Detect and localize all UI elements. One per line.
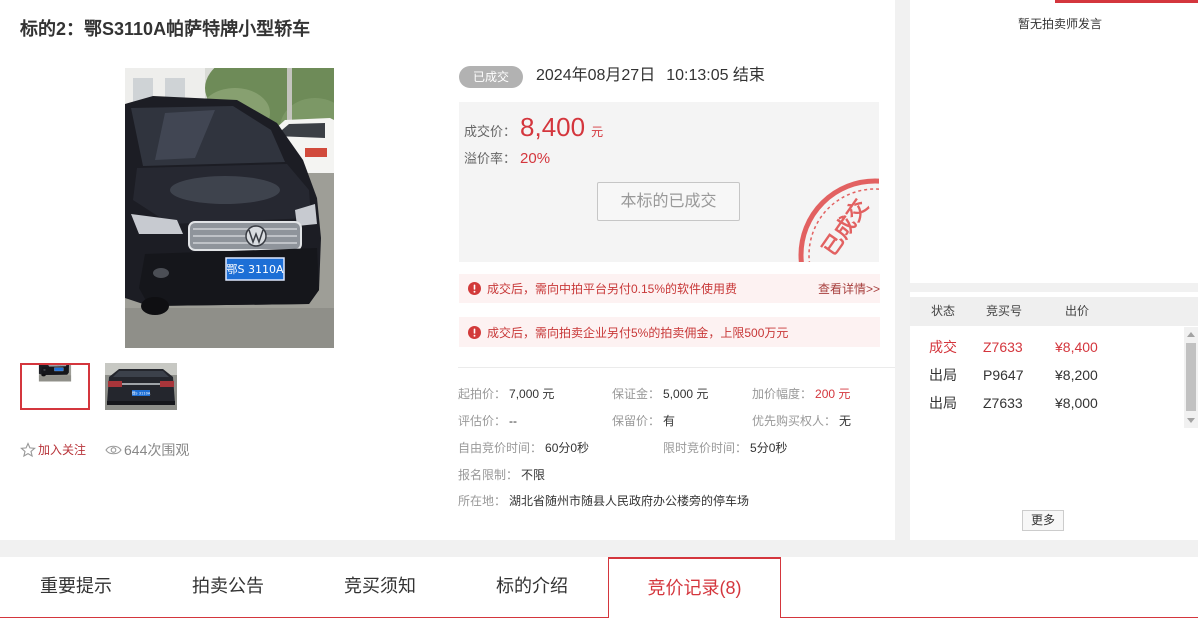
detail-value: 60分0秒	[545, 441, 590, 455]
thumbnail-2[interactable]: 鄂S 3110A	[105, 363, 177, 410]
detail-value: 无	[839, 414, 852, 428]
end-time: 2024年08月27日 10:13:05 结束	[536, 66, 765, 86]
tab-important-notes[interactable]: 重要提示	[0, 557, 152, 617]
premium-row: 溢价率： 20%	[464, 148, 550, 167]
detail-registration: 报名限制： 不限	[458, 467, 545, 483]
detail-label: 优先购买权人：	[752, 414, 837, 428]
license-plate: 鄂S 3110A	[132, 391, 151, 396]
divider	[458, 367, 895, 368]
follow-label[interactable]: 加入关注	[38, 441, 86, 459]
detail-value: 不限	[521, 468, 546, 482]
bid-price: ¥8,000	[1055, 395, 1098, 411]
stamp-text: 已成交	[817, 195, 873, 260]
scroll-up-icon[interactable]	[1184, 328, 1198, 342]
main-photo[interactable]: 鄂S 3110A	[125, 68, 334, 348]
detail-value: 7,000 元	[509, 387, 555, 401]
tab-bar-underline	[0, 617, 1198, 618]
tab-bidding-rules[interactable]: 竞买须知	[304, 557, 456, 617]
status-badge: 已成交	[459, 66, 523, 88]
tab-auction-announcement[interactable]: 拍卖公告	[152, 557, 304, 617]
detail-value: 湖北省随州市随县人民政府办公楼旁的停车场	[509, 494, 750, 508]
follow-button[interactable]: 加入关注	[20, 441, 86, 459]
detail-value: 5,000 元	[663, 387, 709, 401]
tab-bid-records[interactable]: 竞价记录(8)	[608, 557, 781, 618]
scrollbar-thumb[interactable]	[1186, 343, 1196, 411]
bid-status: 出局	[929, 367, 957, 383]
thumbnail-1[interactable]: 鄂S 3110A	[20, 363, 90, 410]
car-photo[interactable]: 鄂S 3110A	[125, 68, 334, 348]
detail-label: 自由竞价时间：	[458, 441, 543, 455]
sold-button[interactable]: 本标的已成交	[597, 182, 740, 221]
bid-price: ¥8,200	[1055, 367, 1098, 383]
view-details-link[interactable]: 查看详情>>	[818, 274, 880, 303]
detail-location: 所在地： 湖北省随州市随县人民政府办公楼旁的停车场	[458, 493, 749, 509]
detail-increment: 加价幅度： 200 元	[752, 386, 850, 402]
notice-text: 成交后，需向中拍平台另付0.15%的软件使用费	[487, 282, 738, 296]
detail-label: 所在地：	[458, 494, 507, 508]
detail-appraisal: 评估价： --	[458, 413, 517, 429]
notice-software-fee: 成交后，需向中拍平台另付0.15%的软件使用费 查看详情>>	[459, 274, 880, 303]
license-plate: 鄂S 3110A	[54, 399, 73, 404]
detail-label: 保证金：	[612, 387, 661, 401]
detail-value: 5分0秒	[750, 441, 788, 455]
panel-tab-indicator	[1055, 0, 1198, 3]
table-row: 出局 P9647 ¥8,200	[910, 361, 1184, 389]
bid-status: 出局	[929, 395, 957, 411]
eye-icon	[105, 445, 122, 455]
thumbnail-2-image[interactable]: 鄂S 3110A	[105, 363, 177, 410]
detail-start-price: 起拍价： 7,000 元	[458, 386, 554, 402]
sold-stamp: 已成交	[798, 178, 879, 262]
premium-value: 20%	[520, 150, 551, 167]
auctioneer-panel	[910, 0, 1198, 283]
end-clock: 10:13:05 结束	[666, 67, 765, 84]
result-box: 成交价： 8,400 元 溢价率： 20% 本标的已成交 已成交	[459, 102, 879, 262]
bid-bidder: P9647	[983, 367, 1024, 383]
header-status: 状态	[931, 304, 956, 318]
bid-bidder: Z7633	[983, 395, 1023, 411]
lot-title: 标的2：鄂S3110A帕萨特牌小型轿车	[20, 19, 311, 39]
detail-label: 评估价：	[458, 414, 507, 428]
star-icon[interactable]	[20, 442, 36, 458]
detail-value: 200 元	[815, 387, 851, 401]
view-count: 644次围观	[105, 441, 189, 459]
notice-commission: 成交后，需向拍卖企业另付5%的拍卖佣金，上限500万元	[459, 317, 880, 347]
detail-label: 保留价：	[612, 414, 661, 428]
final-price-row: 成交价： 8,400 元	[464, 112, 603, 142]
detail-value: 有	[663, 414, 676, 428]
final-price-value: 8,400	[520, 112, 586, 142]
final-price-unit: 元	[591, 125, 604, 139]
bid-status: 成交	[929, 339, 957, 355]
alert-icon	[468, 282, 481, 295]
premium-label: 溢价率：	[464, 151, 517, 166]
header-price: 出价	[1065, 304, 1090, 318]
detail-value: --	[509, 414, 518, 428]
table-row: 成交 Z7633 ¥8,400	[910, 333, 1184, 361]
detail-priority: 优先购买权人： 无	[752, 413, 851, 429]
table-row: 出局 Z7633 ¥8,000	[910, 389, 1184, 417]
scroll-down-icon[interactable]	[1184, 413, 1198, 427]
detail-reserve: 保留价： 有	[612, 413, 675, 429]
alert-icon	[468, 325, 481, 339]
bid-price: ¥8,400	[1055, 339, 1098, 355]
notice-text: 成交后，需向拍卖企业另付5%的拍卖佣金，上限500万元	[487, 325, 789, 340]
bid-bidder: Z7633	[983, 339, 1023, 355]
thumbnail-1-image[interactable]: 鄂S 3110A	[22, 365, 88, 408]
detail-label: 起拍价：	[458, 387, 507, 401]
tab-lot-description[interactable]: 标的介绍	[456, 557, 608, 617]
more-button[interactable]: 更多	[1022, 510, 1064, 531]
detail-deposit: 保证金： 5,000 元	[612, 386, 708, 402]
detail-timed-bid-time: 限时竞价时间： 5分0秒	[663, 440, 787, 456]
end-date: 2024年08月27日	[536, 67, 656, 84]
view-count-label: 644次围观	[124, 442, 190, 458]
detail-free-bid-time: 自由竞价时间： 60分0秒	[458, 440, 589, 456]
detail-label: 加价幅度：	[752, 387, 813, 401]
license-plate: 鄂S 3110A	[227, 263, 284, 276]
detail-label: 限时竞价时间：	[663, 441, 748, 455]
header-bidder: 竞买号	[986, 304, 1023, 318]
auctioneer-message: 暂无拍卖师发言	[1018, 17, 1103, 31]
final-price-label: 成交价：	[464, 124, 517, 139]
detail-label: 报名限制：	[458, 468, 519, 482]
